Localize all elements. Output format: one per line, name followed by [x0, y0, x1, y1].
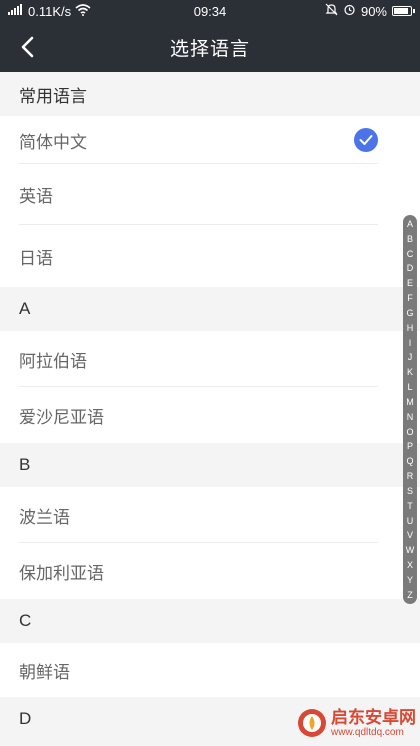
index-letter-s[interactable]: S — [407, 486, 413, 496]
alphabet-index-bar[interactable]: ABCDEFGHIJKLMNOPQRSTUVWXYZ — [403, 215, 417, 604]
list-item-simplified-chinese[interactable]: 简体中文 — [0, 116, 420, 164]
index-letter-c[interactable]: C — [407, 249, 414, 259]
list-item-bulgarian[interactable]: 保加利亚语 — [0, 543, 420, 599]
section-header-b: B — [0, 443, 420, 487]
index-letter-m[interactable]: M — [406, 397, 414, 407]
index-letter-h[interactable]: H — [407, 323, 414, 333]
index-letter-n[interactable]: N — [407, 412, 414, 422]
list-item-label: 爱沙尼亚语 — [19, 407, 104, 427]
battery-icon — [392, 6, 415, 16]
language-select-screen: 0.11K/s 09:34 90% 选择语言 常用语言 简体中文 英语 日语 A… — [0, 0, 420, 746]
status-left: 0.11K/s — [8, 4, 158, 19]
list-item-label: 日语 — [19, 248, 53, 268]
index-letter-g[interactable]: G — [406, 308, 413, 318]
index-letter-a[interactable]: A — [407, 219, 413, 229]
watermark-title: 启东安卓网 — [331, 707, 416, 727]
index-letter-r[interactable]: R — [407, 471, 414, 481]
list-item-arabic[interactable]: 阿拉伯语 — [0, 331, 420, 387]
index-letter-t[interactable]: T — [407, 501, 413, 511]
watermark-text: 启东安卓网 www.qdltdq.com — [331, 709, 416, 738]
back-button[interactable] — [10, 30, 44, 64]
index-letter-e[interactable]: E — [407, 278, 413, 288]
index-letter-j[interactable]: J — [408, 352, 413, 362]
index-letter-f[interactable]: F — [407, 293, 413, 303]
index-letter-l[interactable]: L — [407, 382, 412, 392]
watermark-logo-icon — [298, 709, 326, 737]
list-item-english[interactable]: 英语 — [0, 164, 420, 225]
index-letter-d[interactable]: D — [407, 263, 414, 273]
section-header-c: C — [0, 599, 420, 643]
watermark-url: www.qdltdq.com — [331, 726, 404, 738]
signal-icon — [8, 4, 24, 18]
index-letter-y[interactable]: Y — [407, 575, 413, 585]
index-letter-b[interactable]: B — [407, 234, 413, 244]
list-item-estonian[interactable]: 爱沙尼亚语 — [0, 387, 420, 443]
network-speed: 0.11K/s — [28, 3, 72, 19]
index-letter-q[interactable]: Q — [406, 456, 413, 466]
index-letter-p[interactable]: P — [407, 441, 413, 451]
list-item-label: 朝鲜语 — [19, 662, 70, 682]
index-letter-w[interactable]: W — [406, 545, 415, 555]
nav-bar: 选择语言 — [0, 22, 420, 72]
language-list[interactable]: 常用语言 简体中文 英语 日语 A 阿拉伯语 爱沙尼亚语 B 波兰语 保加利亚语… — [0, 72, 420, 746]
section-header-common: 常用语言 — [0, 72, 420, 116]
battery-fill — [394, 8, 408, 14]
chevron-left-icon — [21, 36, 34, 58]
index-letter-i[interactable]: I — [409, 338, 412, 348]
wifi-icon — [75, 3, 91, 19]
list-item-korean[interactable]: 朝鲜语 — [0, 643, 420, 697]
list-item-label: 简体中文 — [19, 132, 87, 152]
list-item-label: 英语 — [19, 187, 53, 206]
list-item-label: 阿拉伯语 — [19, 351, 87, 371]
page-title: 选择语言 — [169, 38, 250, 60]
alarm-icon — [343, 3, 356, 19]
list-item-label: 波兰语 — [19, 507, 70, 527]
status-right: 90% — [262, 3, 415, 19]
mute-bell-icon — [325, 3, 338, 19]
list-item-label: 保加利亚语 — [19, 563, 104, 583]
list-item-japanese[interactable]: 日语 — [0, 225, 420, 287]
status-time: 09:34 — [193, 3, 227, 19]
index-letter-o[interactable]: O — [406, 427, 413, 437]
watermark: 启东安卓网 www.qdltdq.com — [297, 708, 416, 738]
index-letter-u[interactable]: U — [407, 516, 414, 526]
status-bar: 0.11K/s 09:34 90% — [0, 0, 420, 22]
battery-percent: 90% — [360, 3, 387, 19]
index-letter-v[interactable]: V — [407, 530, 413, 540]
list-item-polish[interactable]: 波兰语 — [0, 487, 420, 543]
index-letter-z[interactable]: Z — [407, 590, 413, 600]
index-letter-x[interactable]: X — [407, 560, 413, 570]
section-header-a: A — [0, 287, 420, 331]
check-icon — [354, 128, 378, 152]
index-letter-k[interactable]: K — [407, 367, 413, 377]
